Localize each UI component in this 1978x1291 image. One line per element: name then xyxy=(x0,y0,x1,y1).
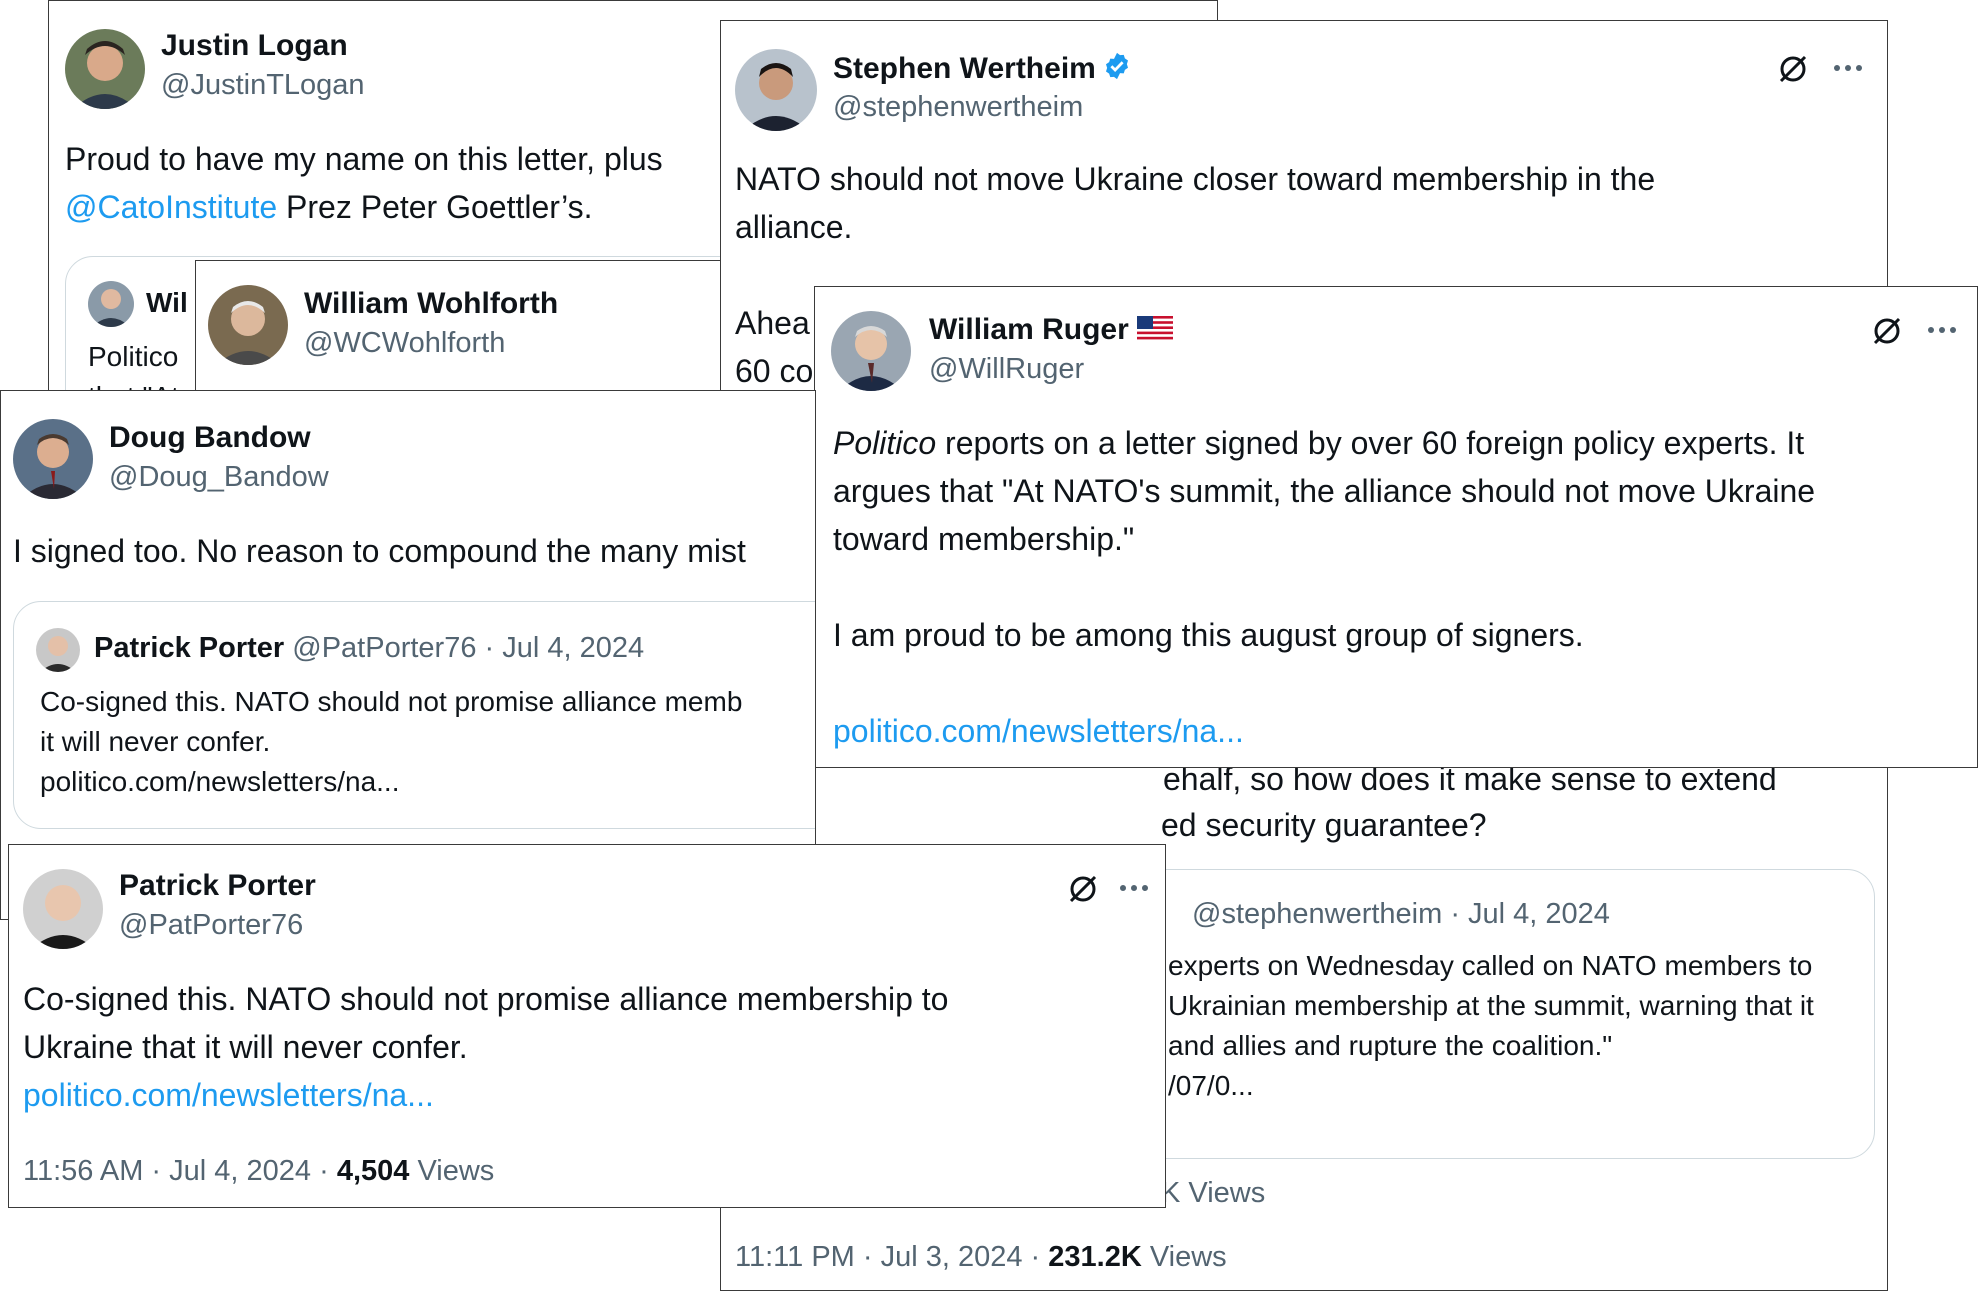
tweet-meta: 11:11 PM · Jul 3, 2024 · 231.2K Views xyxy=(735,1241,1227,1274)
tweet-card-doug-bandow[interactable]: Doug Bandow @Doug_Bandow I signed too. N… xyxy=(0,390,816,920)
author-handle[interactable]: @WillRuger xyxy=(929,353,1084,386)
tweet-card-patrick-porter[interactable]: Patrick Porter @PatPorter76 Co-signed th… xyxy=(8,844,1166,1208)
tweet-text-line-3: Ahea xyxy=(735,305,810,341)
quoted-author-name: Wil xyxy=(146,287,188,318)
views-count: 4,504 xyxy=(336,1155,410,1187)
author-handle[interactable]: @Doug_Bandow xyxy=(109,461,329,494)
grok-icon[interactable] xyxy=(1775,51,1811,87)
tweet-card-william-ruger[interactable]: William Ruger @WillRuger Politico report… xyxy=(814,286,1978,768)
mention-link[interactable]: @CatoInstitute xyxy=(65,189,277,225)
tweet-text-line-2: argues that "At NATO's summit, the allia… xyxy=(833,473,1816,509)
avatar xyxy=(36,628,80,672)
quoted-text-line-4: /07/0... xyxy=(1168,1070,1254,1101)
author-name[interactable]: Stephen Wertheim xyxy=(833,51,1132,89)
tweet-text-line-1: Co-signed this. NATO should not promise … xyxy=(23,981,949,1017)
quoted-text-line-3: politico.com/newsletters/na... xyxy=(40,766,400,797)
tweet-text-line-1: NATO should not move Ukraine closer towa… xyxy=(735,161,1656,197)
author-handle[interactable]: @PatPorter76 xyxy=(119,909,303,942)
tweet-link[interactable]: politico.com/newsletters/na... xyxy=(23,1077,434,1114)
author-name-text[interactable]: William Ruger xyxy=(929,313,1129,346)
tweet-text-line-2: alliance. xyxy=(735,209,853,245)
quoted-text-line-1: Co-signed this. NATO should not promise … xyxy=(40,686,743,717)
timestamp[interactable]: 11:11 PM · Jul 3, 2024 · xyxy=(735,1241,1048,1273)
tweet-text-rest: reports on a letter signed by over 60 fo… xyxy=(936,425,1805,461)
quoted-text-line-2: Ukrainian membership at the summit, warn… xyxy=(1168,990,1814,1021)
author-name[interactable]: Patrick Porter xyxy=(119,869,316,903)
tweet-text-line-6: ed security guarantee? xyxy=(1161,807,1487,843)
quoted-tweet[interactable]: Patrick Porter @PatPorter76 · Jul 4, 202… xyxy=(13,601,815,829)
tweet-text-line-4: 60 co xyxy=(735,353,814,389)
author-handle[interactable]: @WCWohlforth xyxy=(304,327,505,360)
quoted-author-name: Patrick Porter xyxy=(94,632,285,664)
author-name[interactable]: William Ruger xyxy=(929,313,1173,348)
us-flag-icon xyxy=(1136,314,1173,348)
quoted-text-line-3: and allies and rupture the coalition." xyxy=(1168,1030,1613,1061)
tweet-meta: 11:56 AM · Jul 4, 2024 · 4,504 Views xyxy=(23,1155,494,1188)
author-handle[interactable]: @JustinTLogan xyxy=(161,69,365,102)
quoted-text-line-2: it will never confer. xyxy=(40,726,271,757)
grok-icon[interactable] xyxy=(1869,313,1905,349)
avatar[interactable] xyxy=(13,419,93,499)
avatar[interactable] xyxy=(831,311,911,391)
views-label: Views xyxy=(409,1155,495,1187)
tweet-link[interactable]: politico.com/newsletters/na... xyxy=(833,713,1244,750)
avatar[interactable] xyxy=(735,49,817,131)
verified-badge-icon xyxy=(1102,51,1132,89)
tweet-text-line-2: @CatoInstitute Prez Peter Goettler’s. xyxy=(65,189,593,226)
avatar[interactable] xyxy=(23,869,103,949)
quoted-text-line-1: experts on Wednesday called on NATO memb… xyxy=(1168,950,1813,981)
quoted-handle-date: @stephenwertheim · Jul 4, 2024 xyxy=(1192,898,1610,930)
more-options-icon[interactable] xyxy=(1833,63,1863,73)
tweet-text: I signed too. No reason to compound the … xyxy=(13,533,746,569)
author-name[interactable]: Doug Bandow xyxy=(109,421,311,455)
tweet-text-rest: Prez Peter Goettler’s. xyxy=(277,189,593,225)
views-count: 231.2K xyxy=(1048,1241,1142,1273)
avatar xyxy=(88,281,134,327)
tweet-text-line-2: Ukraine that it will never confer. xyxy=(23,1029,468,1065)
author-name[interactable]: Justin Logan xyxy=(161,29,348,63)
avatar[interactable] xyxy=(208,285,288,365)
tweet-text-line-3: toward membership." xyxy=(833,521,1135,557)
publication-name: Politico xyxy=(833,425,937,461)
tweet-text-line-1: Politico reports on a letter signed by o… xyxy=(833,425,1804,462)
grok-icon[interactable] xyxy=(1065,871,1101,907)
views-partial: K Views xyxy=(1161,1177,1266,1209)
tweet-text-line-4: I am proud to be among this august group… xyxy=(833,617,1584,653)
author-handle[interactable]: @stephenwertheim xyxy=(833,91,1083,124)
author-name[interactable]: William Wohlforth xyxy=(304,287,558,321)
tweet-text-line-1: Proud to have my name on this letter, pl… xyxy=(65,141,663,177)
timestamp[interactable]: 11:56 AM · Jul 4, 2024 · xyxy=(23,1155,337,1187)
quoted-author: Patrick Porter @PatPorter76 · Jul 4, 202… xyxy=(94,632,644,665)
author-name-text[interactable]: Stephen Wertheim xyxy=(833,52,1096,85)
quoted-handle-date: @PatPorter76 · Jul 4, 2024 xyxy=(284,632,645,664)
quoted-text: Politico xyxy=(88,341,179,372)
views-label: Views xyxy=(1141,1241,1227,1273)
more-options-icon[interactable] xyxy=(1119,883,1149,893)
avatar[interactable] xyxy=(65,29,145,109)
more-options-icon[interactable] xyxy=(1927,325,1957,335)
